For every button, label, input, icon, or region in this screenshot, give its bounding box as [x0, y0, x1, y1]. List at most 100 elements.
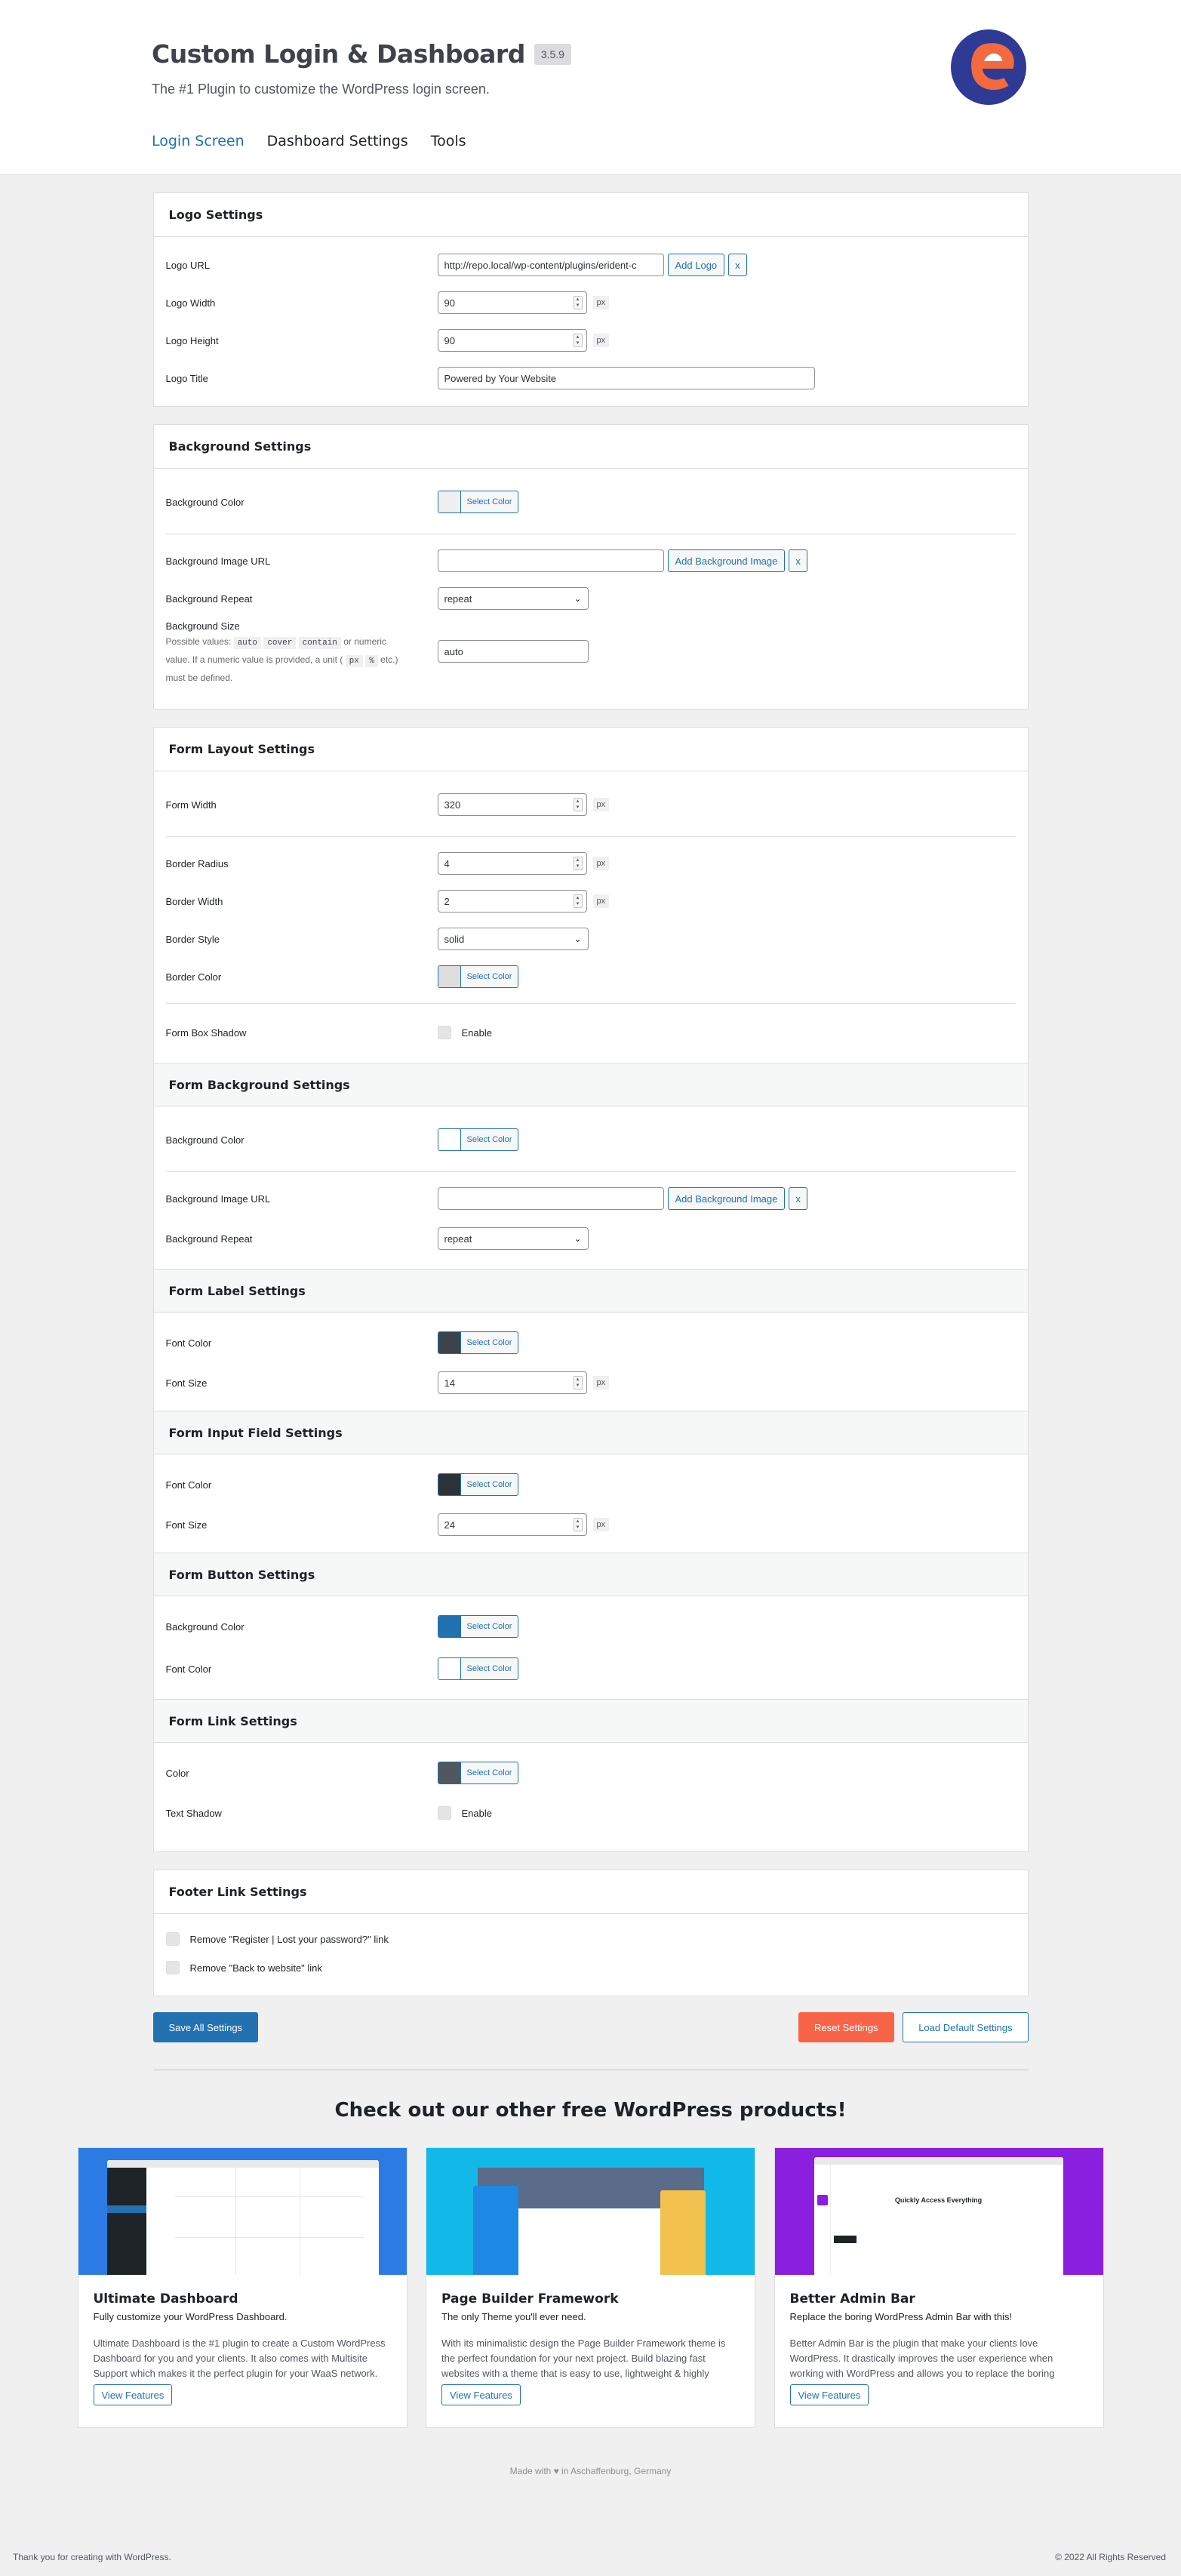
select-color-label: Select Color [466, 972, 512, 981]
add-bg-image-button[interactable]: Add Background Image [667, 549, 786, 572]
input-font-color-row: Font Color Select Color [166, 1463, 1016, 1506]
field-label: Border Width [165, 895, 223, 907]
load-default-settings-button[interactable]: Load Default Settings [903, 2012, 1029, 2042]
clear-form-bg-image-button[interactable]: x [789, 1187, 807, 1210]
checkbox-label: Enable [461, 1026, 492, 1039]
checkbox-label: Remove "Back to website" link [189, 1962, 322, 1974]
add-form-bg-image-button[interactable]: Add Background Image [667, 1187, 786, 1210]
remove-register-checkbox[interactable] [165, 1932, 180, 1946]
bg-image-url-input[interactable] [437, 549, 664, 572]
select-color-label: Select Color [466, 497, 512, 506]
spinner-icon[interactable]: ▴ ▾ [573, 296, 583, 309]
product-screenshot: Quickly Access Everything [774, 2148, 1103, 2275]
input-font-size-input[interactable] [437, 1513, 587, 1536]
label-font-size-input[interactable] [437, 1371, 587, 1394]
selected-value: solid [444, 933, 465, 945]
spinner-icon[interactable]: ▴ ▾ [573, 894, 583, 908]
field-label: Background Color [165, 496, 245, 508]
product-card-ultimate-dashboard: Ultimate Dashboard Fully customize your … [77, 2147, 408, 2428]
product-screenshot [78, 2148, 407, 2275]
view-features-button[interactable]: View Features [93, 2384, 173, 2405]
logo-title-input[interactable] [437, 367, 815, 389]
field-label: Background Repeat [165, 592, 253, 605]
border-color-picker[interactable]: Select Color [437, 965, 519, 988]
input-font-color-picker[interactable]: Select Color [437, 1473, 519, 1496]
save-all-settings-button[interactable]: Save All Settings [152, 2012, 259, 2042]
panel-title: Background Settings [153, 425, 1028, 469]
spinner-icon[interactable]: ▴ ▾ [573, 798, 583, 811]
view-features-button[interactable]: View Features [789, 2384, 869, 2405]
field-label: Text Shadow [165, 1807, 222, 1819]
tagline: The #1 Plugin to customize the WordPress… [152, 82, 490, 97]
form-bg-color-picker[interactable]: Select Color [437, 1128, 519, 1151]
select-color-label: Select Color [466, 1768, 512, 1777]
logo-height-row: Logo Height ▴▾ px [166, 322, 1016, 359]
footer-link-settings-panel: Footer Link Settings Remove "Register | … [152, 1870, 1029, 1996]
border-style-select[interactable]: solid ⌄ [437, 928, 589, 950]
chevron-down-icon: ⌄ [574, 1233, 582, 1244]
logo-url-input[interactable] [437, 254, 664, 276]
spinner-icon[interactable]: ▴ ▾ [573, 1518, 583, 1531]
link-color-picker[interactable]: Select Color [437, 1762, 519, 1784]
form-bg-repeat-row: Background Repeat repeat ⌄ [166, 1217, 1016, 1260]
spinner-icon[interactable]: ▴ ▾ [573, 857, 583, 870]
select-color-label: Select Color [466, 1622, 512, 1631]
color-swatch [438, 1332, 461, 1353]
bg-repeat-row: Background Repeat repeat ⌄ [166, 580, 1016, 617]
button-font-color-picker[interactable]: Select Color [437, 1657, 519, 1680]
unit-label: px [592, 1518, 610, 1531]
form-width-input[interactable] [437, 793, 587, 816]
unit-label: px [592, 857, 610, 870]
settings-content: Logo Settings Logo URL Add Logo x Logo W… [152, 175, 1029, 2070]
unit-label: px [592, 334, 610, 347]
logo-height-input[interactable] [437, 329, 587, 352]
form-bg-repeat-select[interactable]: repeat ⌄ [437, 1227, 589, 1250]
field-label: Form Box Shadow [165, 1026, 247, 1039]
view-features-button[interactable]: View Features [441, 2384, 521, 2405]
settings-actions: Save All Settings Reset Settings Load De… [152, 2012, 1029, 2042]
clear-bg-image-button[interactable]: x [789, 549, 807, 572]
add-logo-button[interactable]: Add Logo [667, 254, 725, 276]
spinner-icon[interactable]: ▴ ▾ [573, 1376, 583, 1390]
border-color-row: Border Color Select Color [166, 958, 1016, 996]
form-bg-image-row: Background Image URL Add Background Imag… [166, 1180, 1016, 1217]
title-row: Custom Login & Dashboard 3.5.9 [152, 39, 571, 69]
button-bg-color-picker[interactable]: Select Color [437, 1615, 519, 1638]
label-font-size-row: Font Size ▴▾ px [166, 1364, 1016, 1402]
products-heading: Check out our other free WordPress produ… [334, 2099, 847, 2122]
divider [165, 836, 1016, 837]
logo-settings-panel: Logo Settings Logo URL Add Logo x Logo W… [152, 192, 1029, 407]
tab-dashboard-settings[interactable]: Dashboard Settings [267, 133, 408, 149]
form-bg-image-url-input[interactable] [437, 1187, 664, 1210]
select-color-label: Select Color [466, 1338, 512, 1347]
clear-logo-button[interactable]: x [728, 254, 747, 276]
border-radius-row: Border Radius ▴▾ px [166, 845, 1016, 882]
selected-value: repeat [444, 592, 472, 605]
bg-size-input[interactable] [437, 640, 589, 663]
chevron-down-icon: ⌄ [574, 593, 582, 604]
color-swatch [438, 1129, 461, 1150]
border-width-input[interactable] [437, 890, 587, 913]
reset-settings-button[interactable]: Reset Settings [798, 2012, 894, 2042]
product-card-better-admin-bar: Quickly Access Everything Better Admin B… [773, 2147, 1104, 2428]
text-shadow-checkbox[interactable] [437, 1806, 451, 1820]
field-label: Background Color [165, 1134, 245, 1146]
bg-size-help: Possible values: auto cover contain or n… [165, 636, 398, 683]
form-bg-color-row: Background Color Select Color [166, 1116, 1016, 1164]
box-shadow-checkbox[interactable] [437, 1026, 451, 1039]
footer-thanks-text: Thank you for creating with WordPress. [13, 2552, 171, 2562]
unit-label: px [592, 296, 610, 309]
unit-label: px [592, 1376, 610, 1390]
tab-tools[interactable]: Tools [431, 133, 466, 149]
tab-login-screen[interactable]: Login Screen [152, 133, 245, 149]
color-swatch [438, 1616, 461, 1637]
bg-color-picker[interactable]: Select Color [437, 491, 519, 513]
remove-back-checkbox[interactable] [165, 1961, 180, 1974]
label-font-color-picker[interactable]: Select Color [437, 1331, 519, 1354]
border-radius-input[interactable] [437, 852, 587, 875]
spinner-icon[interactable]: ▴ ▾ [573, 334, 583, 347]
logo-width-input[interactable] [437, 291, 587, 314]
form-settings-panel: Form Layout Settings Form Width ▴▾ px Bo… [152, 727, 1029, 1852]
bg-repeat-select[interactable]: repeat ⌄ [437, 587, 589, 610]
selected-value: repeat [444, 1233, 472, 1245]
